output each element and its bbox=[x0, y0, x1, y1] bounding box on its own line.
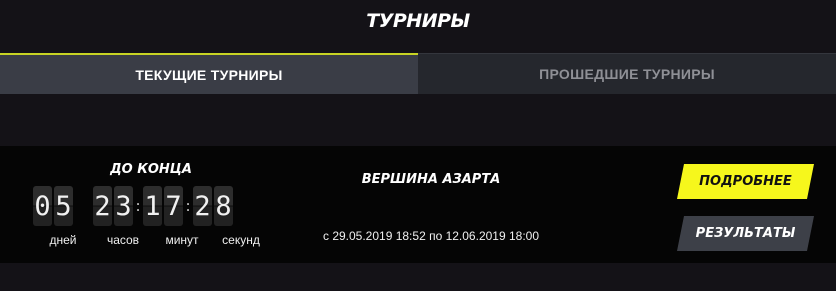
countdown-title: ДО КОНЦА bbox=[110, 162, 192, 177]
countdown-separator: : bbox=[135, 197, 141, 215]
countdown-digit: 5 bbox=[54, 186, 73, 226]
label-days: дней bbox=[49, 233, 77, 247]
countdown-digit: 2 bbox=[93, 186, 112, 226]
tournament-name: ВЕРШИНА АЗАРТА bbox=[361, 172, 501, 187]
countdown-seconds: 2 8 bbox=[193, 186, 233, 226]
countdown-digit: 1 bbox=[143, 186, 162, 226]
countdown-digit: 7 bbox=[164, 186, 183, 226]
page-title: ТУРНИРЫ bbox=[366, 10, 470, 32]
countdown-digit: 2 bbox=[193, 186, 212, 226]
countdown-timer: 0 5 2 3 : 1 7 : 2 8 bbox=[33, 186, 233, 226]
countdown-digit: 8 bbox=[214, 186, 233, 226]
results-button[interactable]: РЕЗУЛЬТАТЫ bbox=[677, 216, 814, 251]
countdown-digit: 0 bbox=[33, 186, 52, 226]
tab-past-tournaments[interactable]: ПРОШЕДШИЕ ТУРНИРЫ bbox=[418, 53, 836, 94]
tab-current-tournaments[interactable]: ТЕКУЩИЕ ТУРНИРЫ bbox=[0, 53, 418, 94]
tournament-date-range: с 29.05.2019 18:52 по 12.06.2019 18:00 bbox=[322, 229, 540, 243]
countdown-separator: : bbox=[185, 197, 191, 215]
countdown-unit-labels: дней часов минут секунд bbox=[33, 233, 271, 247]
details-button[interactable]: ПОДРОБНЕЕ bbox=[677, 164, 814, 199]
countdown-days: 0 5 bbox=[33, 186, 73, 226]
countdown-minutes: 1 7 bbox=[143, 186, 183, 226]
label-seconds: секунд bbox=[222, 233, 260, 247]
label-hours: часов bbox=[106, 233, 140, 247]
tournament-tabs: ТЕКУЩИЕ ТУРНИРЫ ПРОШЕДШИЕ ТУРНИРЫ bbox=[0, 53, 836, 94]
label-minutes: минут bbox=[165, 233, 199, 247]
tournament-card: ДО КОНЦА 0 5 2 3 : 1 7 : 2 8 дней часов … bbox=[0, 146, 836, 263]
countdown-hours: 2 3 bbox=[93, 186, 133, 226]
countdown-digit: 3 bbox=[114, 186, 133, 226]
